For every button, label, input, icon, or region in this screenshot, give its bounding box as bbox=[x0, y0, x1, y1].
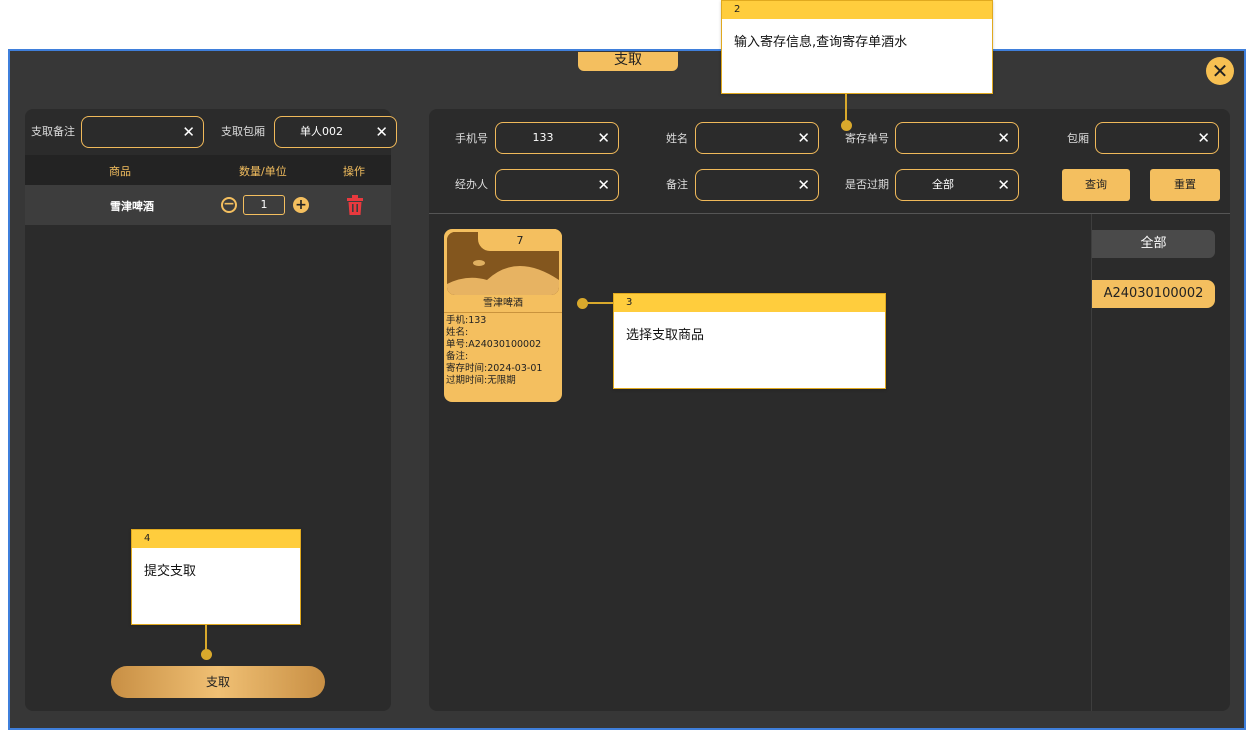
agent-input[interactable]: ✕ bbox=[495, 169, 619, 201]
room-filter-label: 包厢 bbox=[1067, 132, 1089, 145]
quantity-input[interactable]: 1 bbox=[243, 195, 285, 215]
expired-label: 是否过期 bbox=[845, 178, 889, 191]
clear-icon[interactable]: ✕ bbox=[597, 170, 610, 200]
close-icon[interactable]: ✕ bbox=[1206, 57, 1234, 85]
table-row: 雪津啤酒 − 1 + bbox=[25, 185, 391, 225]
col-action: 操作 bbox=[343, 165, 365, 178]
reset-button[interactable]: 重置 bbox=[1150, 169, 1220, 201]
cart-table-header: 商品 数量/单位 操作 bbox=[25, 155, 391, 185]
phone-input[interactable]: 133 ✕ bbox=[495, 122, 619, 154]
query-button[interactable]: 查询 bbox=[1062, 169, 1130, 201]
tooltip-dot bbox=[577, 298, 588, 309]
clear-icon[interactable]: ✕ bbox=[375, 117, 388, 147]
trash-icon[interactable] bbox=[347, 195, 363, 215]
agent-label: 经办人 bbox=[455, 178, 488, 191]
col-quantity: 数量/单位 bbox=[239, 165, 287, 178]
tooltip-dot bbox=[841, 120, 852, 131]
note-label: 备注 bbox=[666, 178, 688, 191]
product-card[interactable]: 7 雪津啤酒 手机:133 姓名: 单号:A24030100002 备注: 寄存… bbox=[444, 229, 562, 402]
room-input[interactable]: 单人002 ✕ bbox=[274, 116, 397, 148]
remark-input[interactable]: ✕ bbox=[81, 116, 204, 148]
plus-icon[interactable]: + bbox=[293, 197, 309, 213]
modal-title: 支取 bbox=[578, 52, 678, 71]
guide-tooltip-3: 3 选择支取商品 bbox=[613, 293, 886, 389]
guide-tooltip-4: 4 提交支取 bbox=[131, 529, 301, 625]
clear-icon[interactable]: ✕ bbox=[997, 123, 1010, 153]
product-info: 手机:133 姓名: 单号:A24030100002 备注: 寄存时间:2024… bbox=[446, 315, 543, 386]
count-badge: 7 bbox=[478, 229, 562, 251]
clear-icon[interactable]: ✕ bbox=[997, 170, 1010, 200]
guide-tooltip-2: 2 输入寄存信息,查询寄存单酒水 bbox=[721, 0, 993, 94]
category-order[interactable]: A24030100002 bbox=[1092, 280, 1215, 308]
room-label: 支取包厢 bbox=[221, 125, 265, 138]
order-no-label: 寄存单号 bbox=[845, 132, 889, 145]
remark-label: 支取备注 bbox=[31, 125, 75, 138]
clear-icon[interactable]: ✕ bbox=[182, 117, 195, 147]
expired-select[interactable]: 全部 ✕ bbox=[895, 169, 1019, 201]
name-label: 姓名 bbox=[666, 132, 688, 145]
tooltip-dot bbox=[201, 649, 212, 660]
cart-item-name: 雪津啤酒 bbox=[110, 200, 154, 213]
col-product: 商品 bbox=[109, 165, 131, 178]
clear-icon[interactable]: ✕ bbox=[597, 123, 610, 153]
clear-icon[interactable]: ✕ bbox=[797, 170, 810, 200]
minus-icon[interactable]: − bbox=[221, 197, 237, 213]
clear-icon[interactable]: ✕ bbox=[1197, 123, 1210, 153]
clear-icon[interactable]: ✕ bbox=[797, 123, 810, 153]
room-filter-input[interactable]: ✕ bbox=[1095, 122, 1219, 154]
name-input[interactable]: ✕ bbox=[695, 122, 819, 154]
submit-withdraw-button[interactable]: 支取 bbox=[111, 666, 325, 698]
category-all[interactable]: 全部 bbox=[1092, 230, 1215, 258]
order-no-input[interactable]: ✕ bbox=[895, 122, 1019, 154]
product-name: 雪津啤酒 bbox=[444, 295, 562, 313]
note-input[interactable]: ✕ bbox=[695, 169, 819, 201]
phone-label: 手机号 bbox=[455, 132, 488, 145]
divider bbox=[429, 213, 1230, 214]
